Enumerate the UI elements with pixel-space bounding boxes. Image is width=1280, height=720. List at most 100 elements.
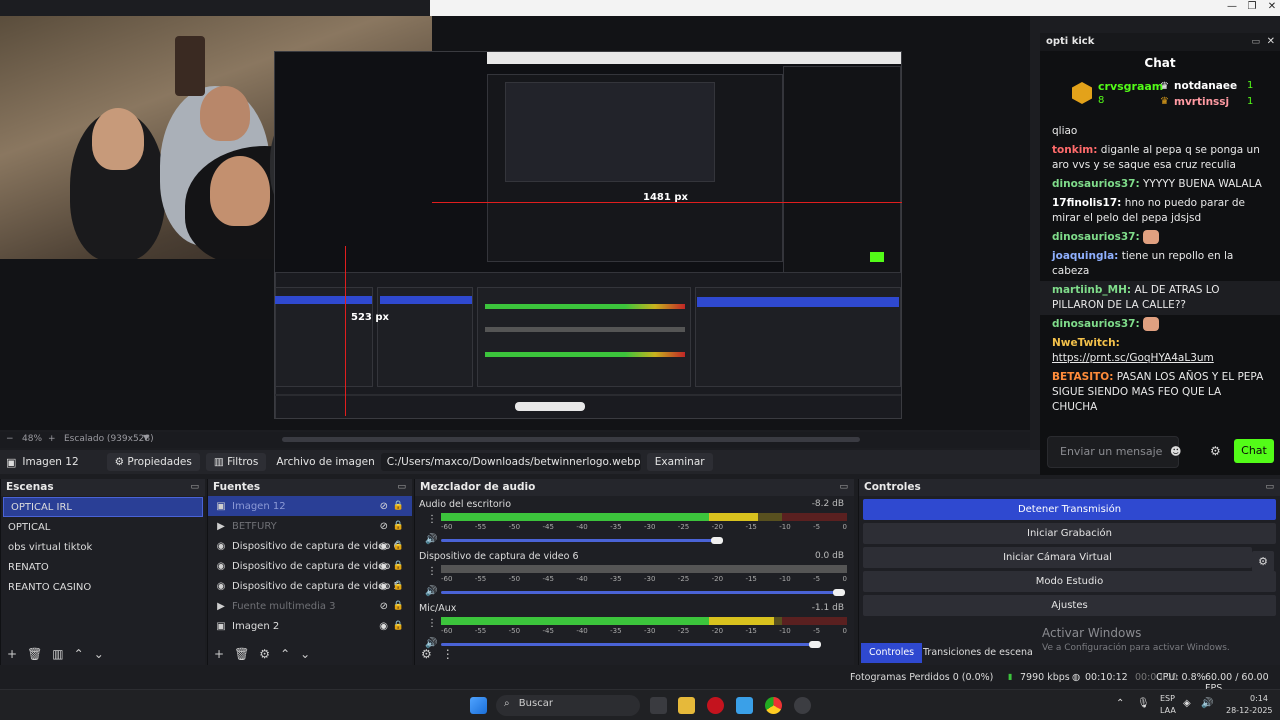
chat-username[interactable]: BETASITO: (1052, 371, 1113, 383)
eye-off-icon[interactable]: ⊘ (380, 501, 388, 512)
dock-menu-icon[interactable]: ▭ (1265, 479, 1274, 496)
chat-username[interactable]: joaquingla: (1052, 250, 1118, 262)
eye-icon[interactable]: ◉ (379, 541, 388, 552)
close-icon[interactable]: ✕ (1267, 33, 1275, 51)
source-item[interactable]: ◉ Dispositivo de captura de video ◉ 🔒 (208, 556, 412, 576)
stop-streaming-button[interactable]: Detener Transmisión (863, 499, 1276, 520)
kebab-menu-icon[interactable]: ⋮ (427, 618, 437, 629)
scene-item[interactable]: RENATO (1, 558, 205, 578)
volume-icon[interactable]: 🔊 (1201, 698, 1213, 709)
close-button[interactable]: ✕ (1260, 0, 1280, 16)
scene-item[interactable]: OPTICAL IRL (3, 497, 203, 517)
file-explorer-icon[interactable] (678, 697, 695, 714)
gear-icon[interactable]: ⚙ (1252, 551, 1274, 572)
add-icon[interactable]: + (7, 647, 17, 661)
tray-chevron-icon[interactable]: ⌃ (1116, 698, 1124, 709)
scene-item[interactable]: REANTO CASINO (1, 578, 205, 598)
store-icon[interactable] (736, 697, 753, 714)
lock-icon[interactable]: 🔒 (393, 521, 404, 531)
move-down-icon[interactable]: ⌄ (94, 647, 104, 661)
source-item[interactable]: ▶ BETFURY ⊘ 🔒 (208, 516, 412, 536)
tab-scene-transitions[interactable]: Transiciones de escena (921, 643, 1035, 663)
volume-slider-knob[interactable] (832, 589, 845, 596)
network-icon[interactable]: ◈ (1183, 698, 1191, 709)
chrome-icon[interactable] (765, 697, 782, 714)
start-virtual-camera-button[interactable]: Iniciar Cámara Virtual (863, 547, 1252, 568)
source-item[interactable]: ◉ Dispositivo de captura de video 5 ◉ 🔒 (208, 576, 412, 596)
tab-controls[interactable]: Controles (861, 643, 923, 663)
scene-item[interactable]: OPTICAL (1, 518, 205, 538)
scene-item[interactable]: obs virtual tiktok (1, 538, 205, 558)
source-item[interactable]: ◉ Dispositivo de captura de video 6 ◉ 🔒 (208, 536, 412, 556)
kebab-menu-icon[interactable]: ⋮ (442, 647, 454, 661)
clock-time[interactable]: 0:14 (1250, 694, 1268, 703)
move-up-icon[interactable]: ⌃ (280, 647, 290, 661)
language-top[interactable]: ESP (1160, 694, 1175, 703)
move-up-icon[interactable]: ⌃ (74, 647, 84, 661)
volume-slider-knob[interactable] (711, 537, 724, 544)
chevron-down-icon[interactable]: ▼ (143, 433, 149, 442)
add-icon[interactable]: + (214, 647, 224, 661)
gear-icon[interactable]: ⚙ (1210, 444, 1221, 458)
studio-mode-button[interactable]: Modo Estudio (863, 571, 1276, 592)
obs-icon[interactable] (794, 697, 811, 714)
chat-username[interactable]: dinosaurios37: (1052, 178, 1140, 190)
eye-icon[interactable]: ◉ (379, 581, 388, 592)
lock-icon[interactable]: 🔒 (393, 501, 404, 511)
lock-icon[interactable]: 🔒 (393, 541, 404, 551)
eye-icon[interactable]: ◉ (379, 561, 388, 572)
properties-button[interactable]: ⚙ Propiedades (106, 453, 200, 471)
lock-icon[interactable]: 🔒 (393, 601, 404, 611)
lock-icon[interactable]: 🔒 (393, 561, 404, 571)
dock-menu-icon[interactable]: ▭ (1251, 33, 1260, 51)
browse-button[interactable]: Examinar (646, 453, 713, 471)
emoji-icon[interactable]: ☻ (1170, 445, 1181, 458)
gear-icon[interactable]: ⚙ (421, 647, 432, 661)
taskbar-search[interactable]: ⌕ Buscar (496, 695, 640, 716)
source-item[interactable]: ▶ Fuente multimedia 3 ⊘ 🔒 (208, 596, 412, 616)
microphone-icon[interactable]: 🎙 (1137, 698, 1150, 709)
chat-username[interactable]: 17finolis17: (1052, 197, 1121, 209)
preview-scrollbar[interactable] (282, 437, 860, 442)
kebab-menu-icon[interactable]: ⋮ (427, 566, 437, 577)
zoom-in-icon[interactable]: + (48, 434, 56, 444)
opera-icon[interactable] (707, 697, 724, 714)
gear-icon[interactable]: ⚙ (259, 647, 270, 661)
dock-menu-icon[interactable]: ▭ (190, 479, 199, 496)
chat-message-input[interactable]: Enviar un mensaje (1047, 436, 1179, 468)
move-down-icon[interactable]: ⌄ (300, 647, 310, 661)
source-item[interactable]: ▣ Imagen 12 ⊘ 🔒 (208, 496, 412, 516)
muted-volume-icon[interactable]: 🔊 (425, 586, 437, 597)
language-bottom[interactable]: LAA (1160, 706, 1176, 715)
chat-username[interactable]: dinosaurios37: (1052, 318, 1140, 330)
start-recording-button[interactable]: Iniciar Grabación (863, 523, 1276, 544)
dock-menu-icon[interactable]: ▭ (839, 479, 848, 496)
eye-off-icon[interactable]: ⊘ (380, 601, 388, 612)
trash-icon[interactable]: 🗑 (234, 647, 249, 661)
volume-slider[interactable] (441, 591, 839, 594)
chat-username[interactable]: dinosaurios37: (1052, 231, 1140, 243)
task-view-icon[interactable] (650, 697, 667, 714)
filters-button[interactable]: ▥ Filtros (205, 453, 267, 471)
clock-date[interactable]: 28-12-2025 (1226, 706, 1273, 715)
kebab-menu-icon[interactable]: ⋮ (427, 514, 437, 525)
eye-icon[interactable]: ◉ (379, 621, 388, 632)
dock-menu-icon[interactable]: ▭ (397, 479, 406, 496)
chat-link[interactable]: https://prnt.sc/GoqHYA4aL3um (1052, 351, 1268, 366)
source-item[interactable]: ▣ Imagen 2 ◉ 🔒 (208, 616, 412, 636)
settings-button[interactable]: Ajustes (863, 595, 1276, 616)
filter-icon[interactable]: ▥ (52, 647, 63, 661)
volume-slider[interactable] (441, 539, 718, 542)
eye-off-icon[interactable]: ⊘ (380, 521, 388, 532)
chat-username[interactable]: martiinb_MH: (1052, 284, 1131, 296)
lock-icon[interactable]: 🔒 (393, 581, 404, 591)
obs-preview[interactable]: 1481 px 523 px (0, 16, 1030, 430)
windows-start-icon[interactable] (470, 697, 487, 714)
trash-icon[interactable]: 🗑 (27, 647, 42, 661)
chat-username[interactable]: tonkim: (1052, 144, 1097, 156)
volume-icon[interactable]: 🔊 (425, 534, 437, 545)
chat-send-button[interactable]: Chat (1234, 439, 1274, 463)
lock-icon[interactable]: 🔒 (393, 621, 404, 631)
file-path-input[interactable]: C:/Users/maxco/Downloads/betwinnerlogo.w… (380, 453, 641, 471)
zoom-out-icon[interactable]: − (6, 434, 14, 444)
